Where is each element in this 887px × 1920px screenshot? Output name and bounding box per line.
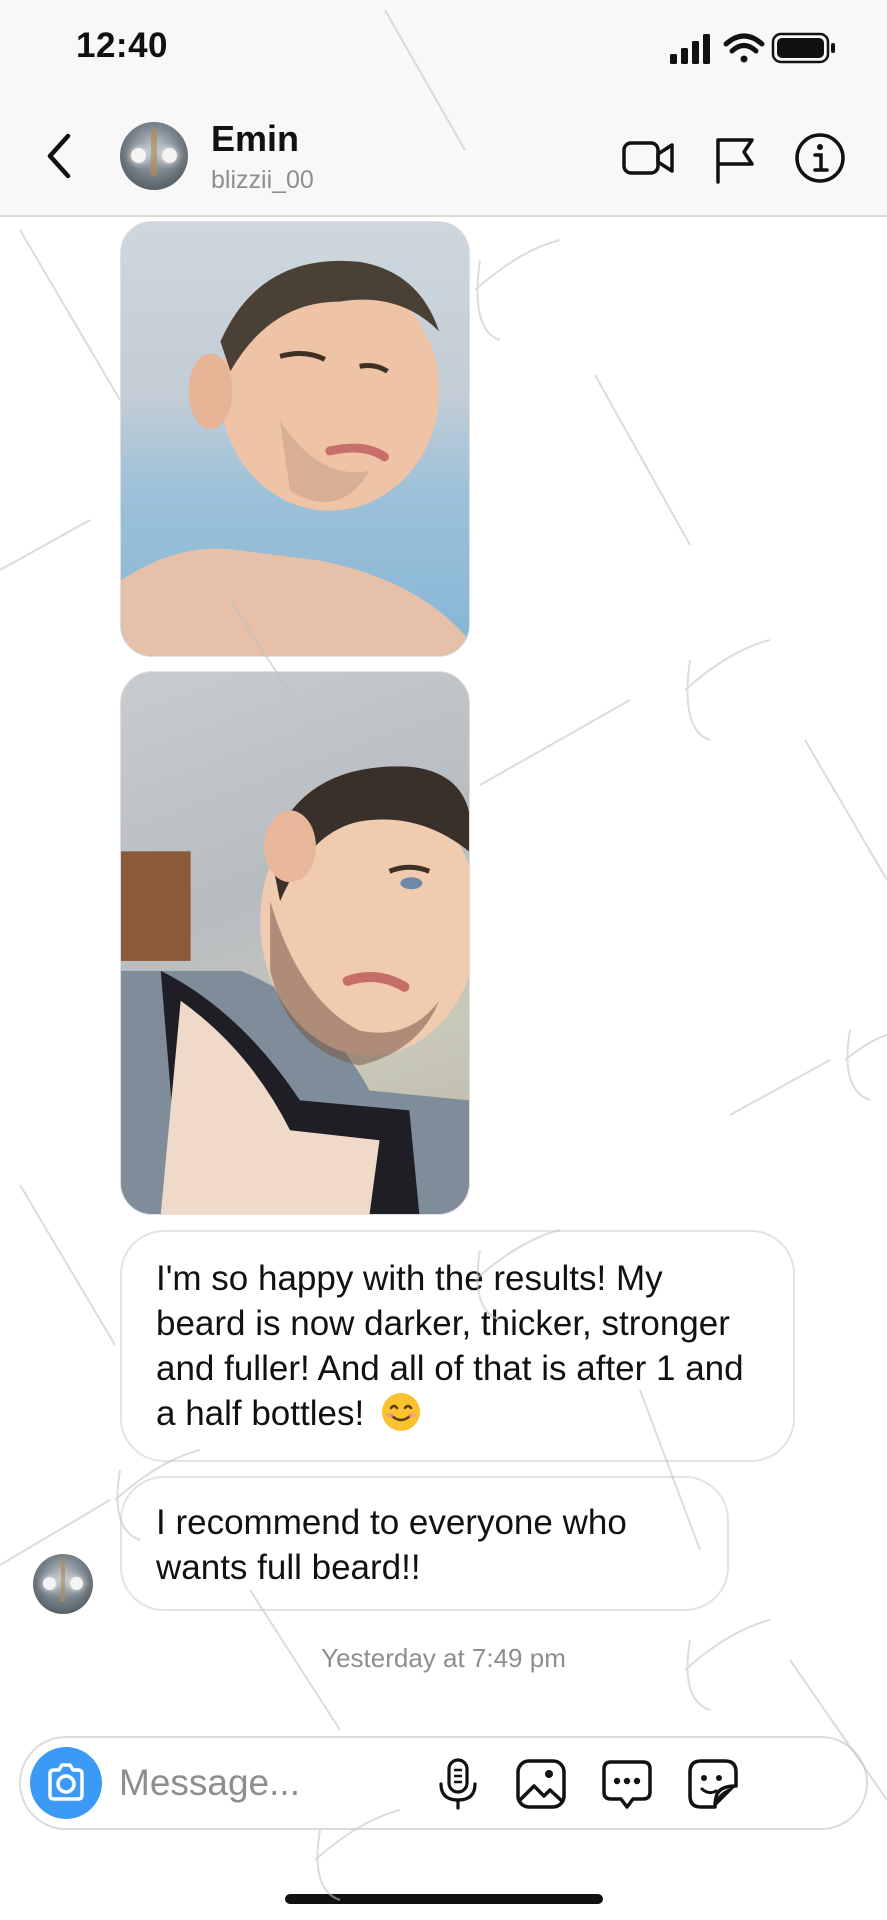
quick-reply-icon[interactable] (599, 1756, 655, 1812)
contact-avatar[interactable] (120, 122, 188, 190)
gallery-icon[interactable] (513, 1756, 569, 1812)
wifi-icon (723, 33, 765, 63)
status-time: 12:40 (76, 26, 169, 65)
contact-username[interactable]: blizzii_00 (211, 166, 314, 195)
info-icon[interactable] (792, 130, 848, 186)
home-indicator[interactable] (285, 1894, 603, 1904)
photo-message[interactable] (120, 671, 470, 1215)
photo-message[interactable] (120, 221, 470, 657)
microphone-icon[interactable] (430, 1756, 486, 1812)
back-button[interactable] (38, 128, 82, 184)
message-composer (19, 1736, 868, 1830)
selfie-photo (121, 260, 469, 656)
camera-button[interactable] (30, 1747, 102, 1819)
top-bar: 12:40 Emin blizzii_00 (0, 0, 887, 217)
message-timestamp: Yesterday at 7:49 pm (321, 1643, 566, 1673)
message-input[interactable] (119, 1758, 439, 1808)
dm-screen: 12:40 Emin blizzii_00 I'm so happy with … (0, 0, 887, 1920)
battery-icon (771, 32, 835, 64)
camera-icon (48, 1763, 84, 1801)
status-icons (670, 32, 835, 64)
message-text: I recommend to everyone who wants full b… (156, 1503, 627, 1587)
sticker-icon[interactable] (685, 1756, 741, 1812)
video-call-icon[interactable] (620, 130, 676, 186)
message-bubble[interactable]: I'm so happy with the results! My beard … (120, 1230, 795, 1462)
smiling-face-emoji (381, 1393, 420, 1431)
contact-name[interactable]: Emin (211, 118, 299, 160)
selfie-photo (121, 766, 469, 1214)
message-bubble[interactable]: I recommend to everyone who wants full b… (120, 1476, 729, 1611)
report-flag-icon[interactable] (706, 130, 762, 186)
message-text: I'm so happy with the results! My beard … (156, 1259, 744, 1433)
sender-avatar[interactable] (33, 1554, 93, 1614)
signal-icon (670, 34, 710, 64)
